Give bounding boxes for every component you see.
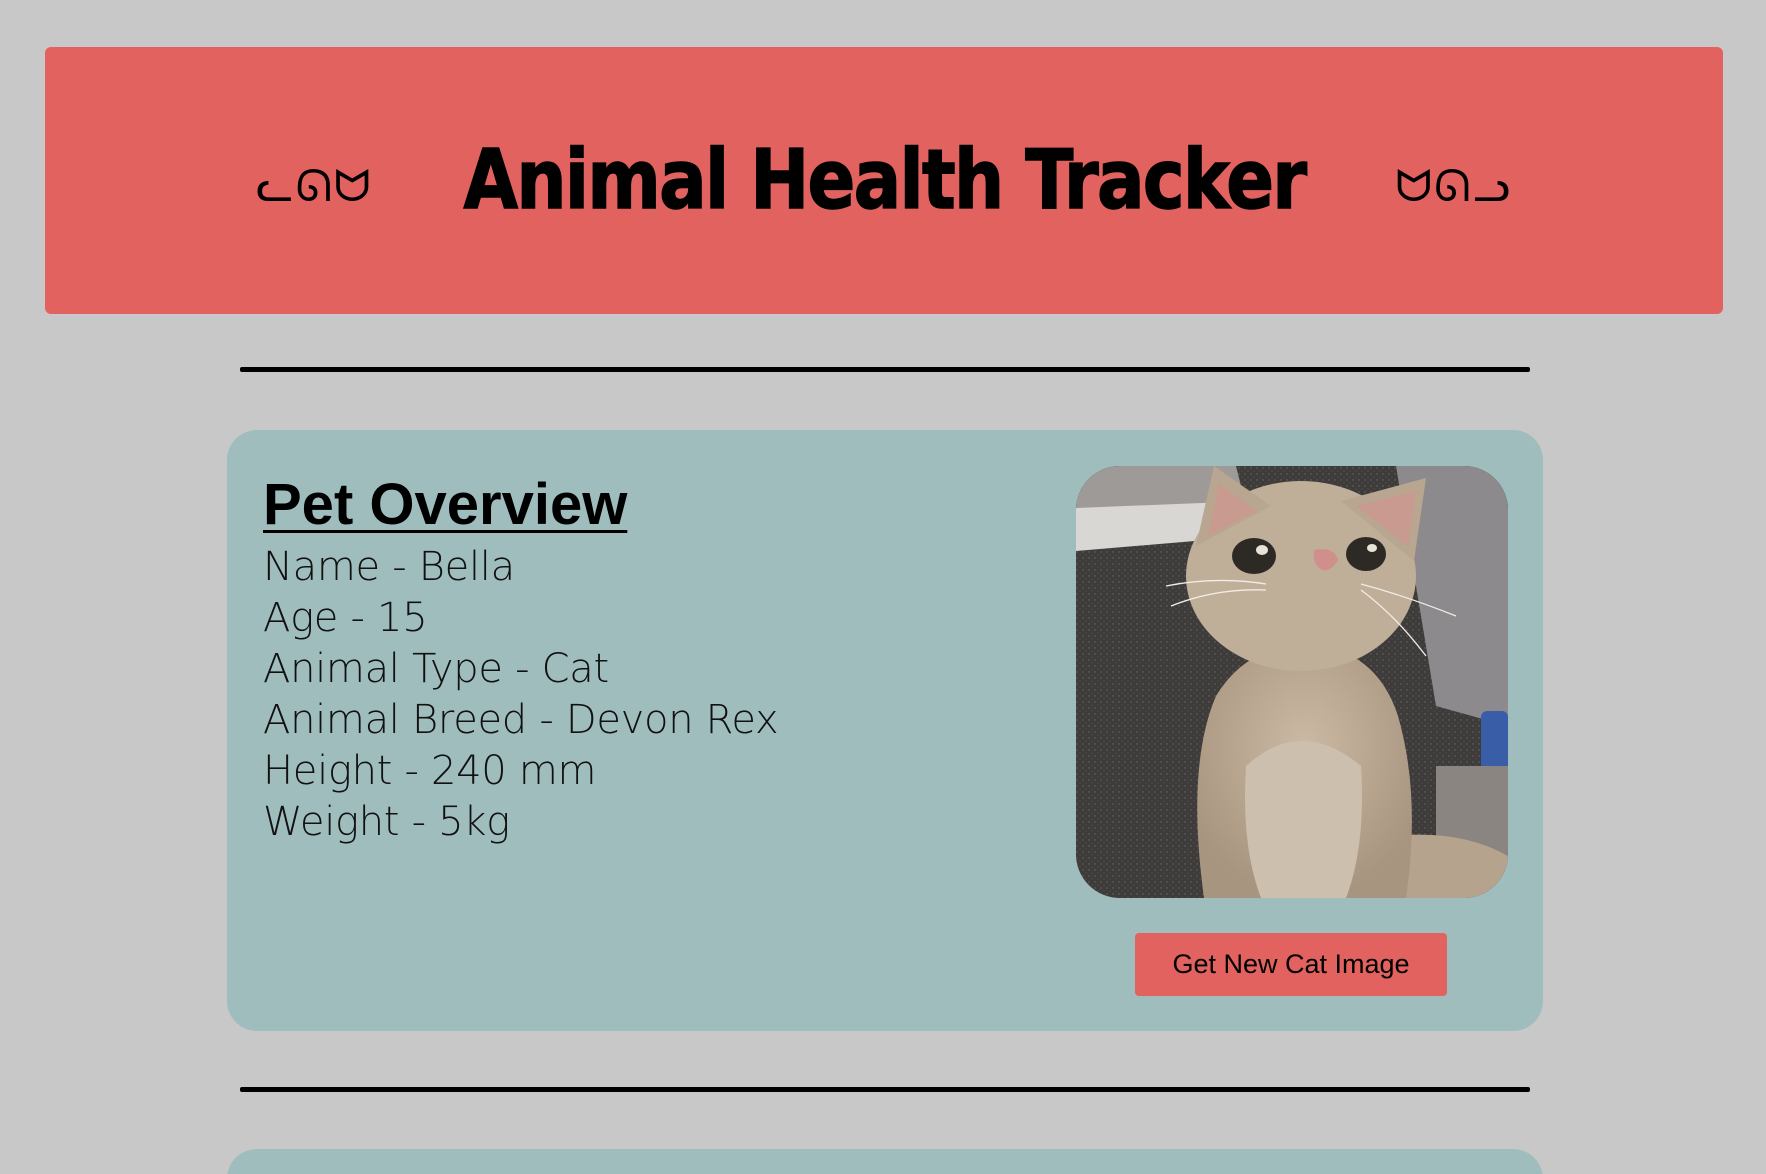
cat-kaomoji-right-icon: ᗢᘏᓗ [1395, 161, 1512, 212]
pet-overview-heading: Pet Overview [263, 472, 628, 537]
divider-top [240, 367, 1530, 372]
pet-height: Height - 240 mm [263, 748, 597, 794]
app-title: ᓚᘏᗢ Animal Health Tracker ᗢᘏᓗ [256, 132, 1512, 229]
pet-details-list: Name - Bella Age - 15 Animal Type - Cat … [263, 542, 779, 848]
get-new-cat-image-button[interactable]: Get New Cat Image [1135, 933, 1447, 996]
pet-overview-card: Pet Overview Name - Bella Age - 15 Anima… [227, 430, 1543, 1031]
cat-kaomoji-left-icon: ᓚᘏᗢ [256, 161, 373, 212]
divider-bottom [240, 1087, 1530, 1092]
cat-photo [1076, 466, 1508, 898]
page: ᓚᘏᗢ Animal Health Tracker ᗢᘏᓗ Pet Overvi… [0, 0, 1766, 1174]
pet-animal-type: Animal Type - Cat [263, 646, 609, 692]
pet-animal-breed: Animal Breed - Devon Rex [263, 697, 779, 743]
app-title-text: Animal Health Tracker [462, 132, 1307, 229]
cat-photo-icon [1076, 466, 1508, 898]
app-header: ᓚᘏᗢ Animal Health Tracker ᗢᘏᓗ [45, 47, 1723, 314]
pet-overview: Pet Overview Name - Bella Age - 15 Anima… [263, 472, 779, 848]
pet-age: Age - 15 [263, 595, 428, 641]
next-card [227, 1149, 1543, 1174]
pet-name: Name - Bella [263, 544, 515, 590]
pet-weight: Weight - 5kg [263, 799, 510, 845]
